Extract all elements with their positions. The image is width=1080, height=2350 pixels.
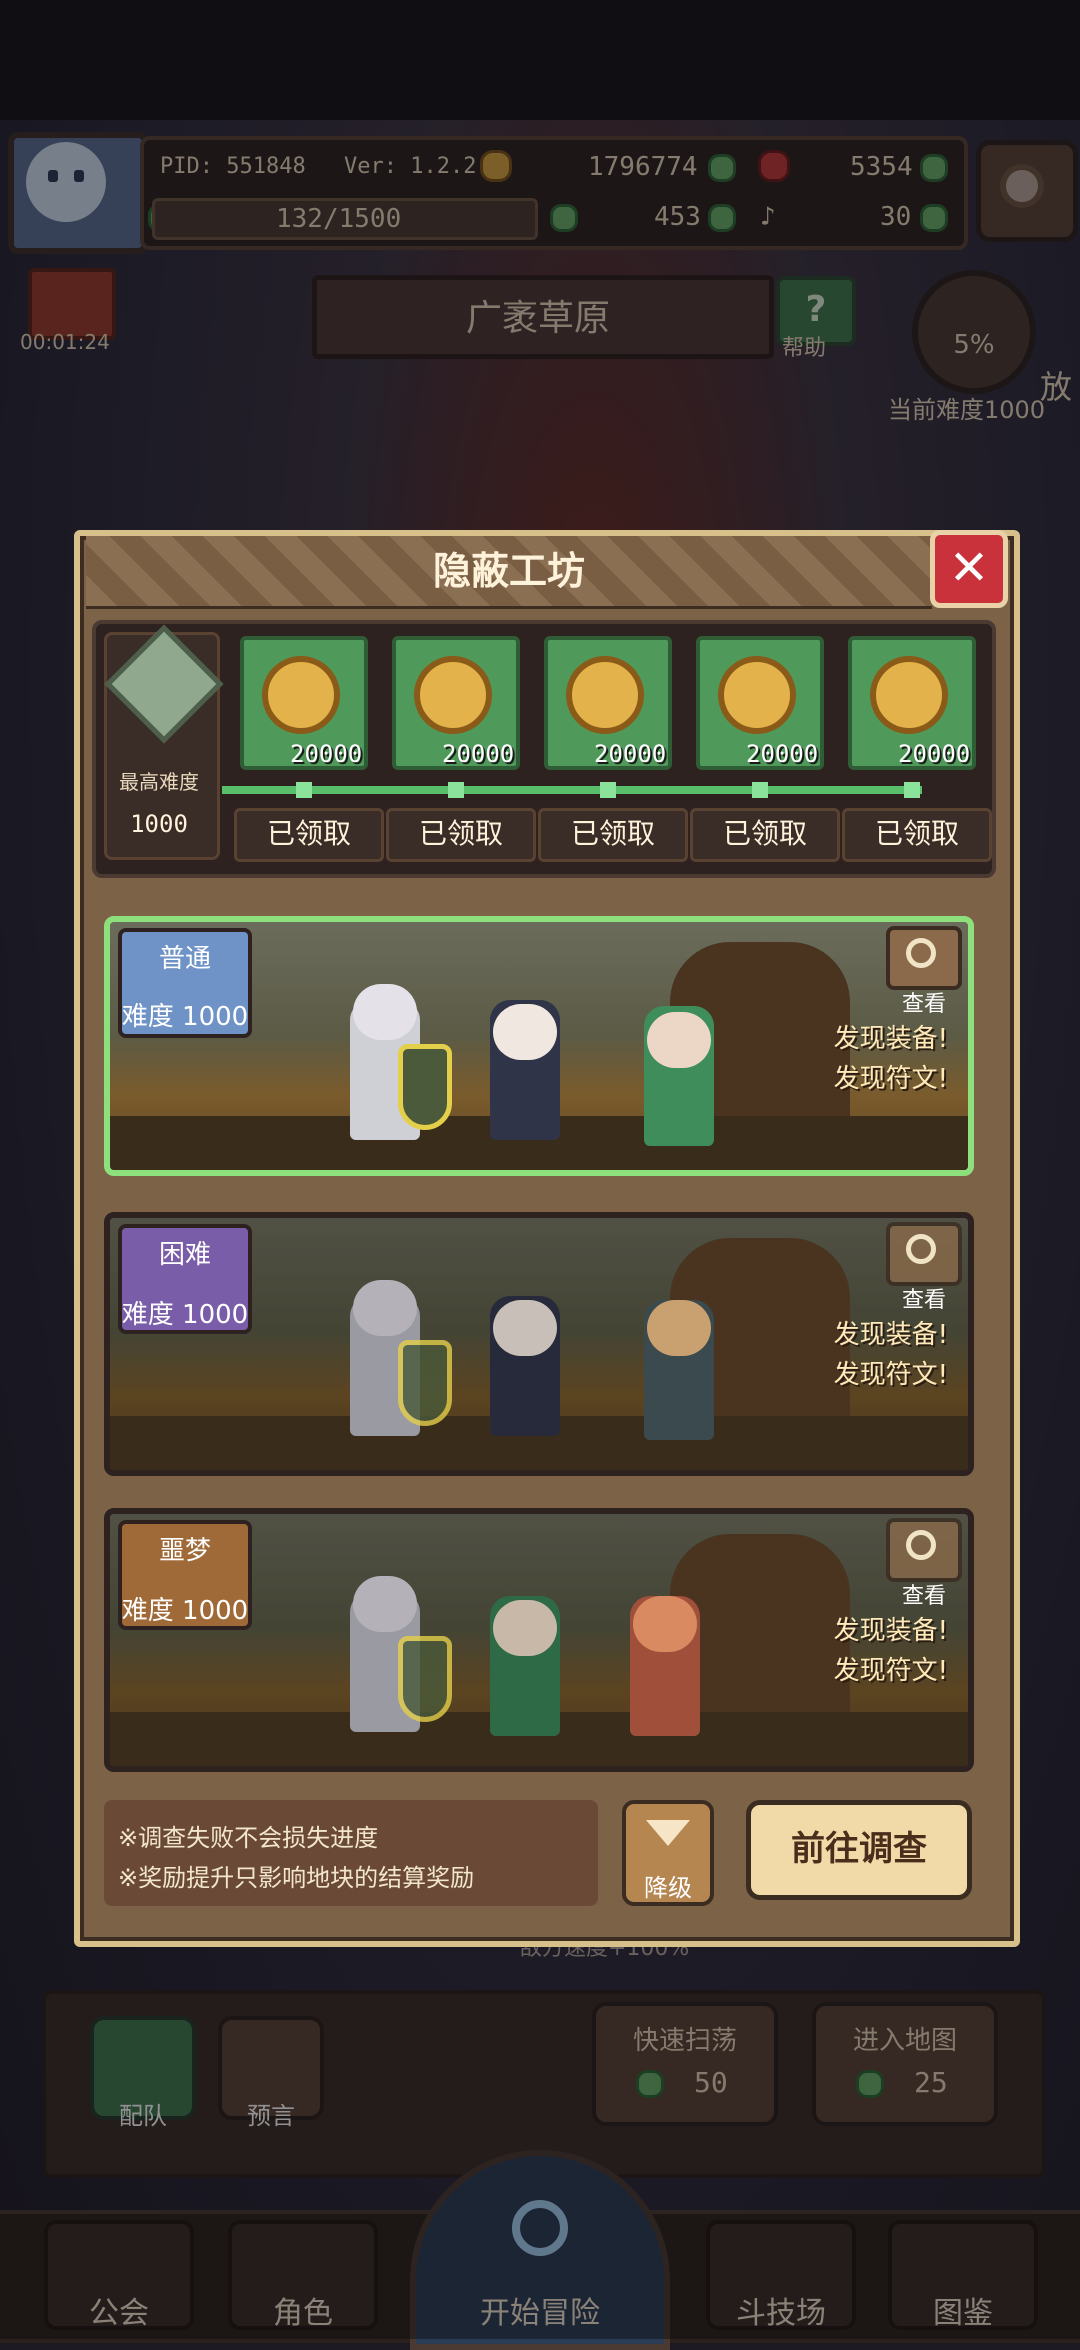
downgrade-label: 降级 <box>644 1874 692 1902</box>
go-investigate-button[interactable]: 前往调查 <box>746 1800 972 1900</box>
down-arrow-icon <box>646 1820 690 1846</box>
claimed-button[interactable]: 已领取 <box>690 808 840 862</box>
hero-head <box>353 984 417 1040</box>
track-node <box>600 782 616 798</box>
coin-icon <box>870 656 948 734</box>
hero-head <box>493 1004 557 1060</box>
hero-head <box>493 1600 557 1656</box>
reward-amount: 20000 <box>290 740 363 768</box>
reward-amount: 20000 <box>898 740 971 768</box>
difficulty-name: 困难 <box>158 1240 211 1270</box>
search-icon <box>906 1234 936 1264</box>
hero-head <box>353 1576 417 1632</box>
claimed-button[interactable]: 已领取 <box>842 808 992 862</box>
search-icon <box>906 1530 936 1560</box>
note-line: ※调查失败不会损失进度 <box>118 1824 379 1852</box>
view-label: 查看 <box>901 992 946 1017</box>
claimed-button[interactable]: 已领取 <box>234 808 384 862</box>
found-rune: 发现符文! <box>833 1064 948 1094</box>
hero-head <box>647 1300 711 1356</box>
note-line: ※奖励提升只影响地块的结算奖励 <box>118 1864 475 1892</box>
coin-icon <box>414 656 492 734</box>
track-node <box>448 782 464 798</box>
found-rune: 发现符文! <box>833 1360 948 1390</box>
best-difficulty-value: 1000 <box>130 810 188 838</box>
shield-icon <box>398 1636 452 1722</box>
search-icon <box>906 938 936 968</box>
best-difficulty-label: 最高难度 <box>119 770 199 794</box>
track-node <box>296 782 312 798</box>
found-equipment: 发现装备! <box>833 1024 948 1054</box>
difficulty-name: 普通 <box>158 944 211 974</box>
difficulty-level: 难度 1000 <box>121 1002 249 1032</box>
found-equipment: 发现装备! <box>833 1616 948 1646</box>
coin-icon <box>262 656 340 734</box>
shield-icon <box>398 1340 452 1426</box>
close-icon[interactable]: ✕ <box>930 530 1008 608</box>
claimed-button[interactable]: 已领取 <box>538 808 688 862</box>
claimed-button[interactable]: 已领取 <box>386 808 536 862</box>
hero-head <box>633 1596 697 1652</box>
coin-icon <box>718 656 796 734</box>
reward-amount: 20000 <box>442 740 515 768</box>
track-node <box>904 782 920 798</box>
coin-icon <box>566 656 644 734</box>
modal-title: 隐蔽工坊 <box>432 549 585 593</box>
hero-head <box>647 1012 711 1068</box>
difficulty-name: 噩梦 <box>158 1536 211 1566</box>
reward-amount: 20000 <box>594 740 667 768</box>
reward-amount: 20000 <box>746 740 819 768</box>
difficulty-level: 难度 1000 <box>121 1596 249 1626</box>
found-rune: 发现符文! <box>833 1656 948 1686</box>
shield-icon <box>398 1044 452 1130</box>
found-equipment: 发现装备! <box>833 1320 948 1350</box>
difficulty-level: 难度 1000 <box>121 1300 249 1330</box>
hero-head <box>493 1300 557 1356</box>
hero-head <box>353 1280 417 1336</box>
view-label: 查看 <box>901 1288 946 1313</box>
reward-progress-track <box>222 786 922 794</box>
view-label: 查看 <box>901 1584 946 1609</box>
track-node <box>752 782 768 798</box>
